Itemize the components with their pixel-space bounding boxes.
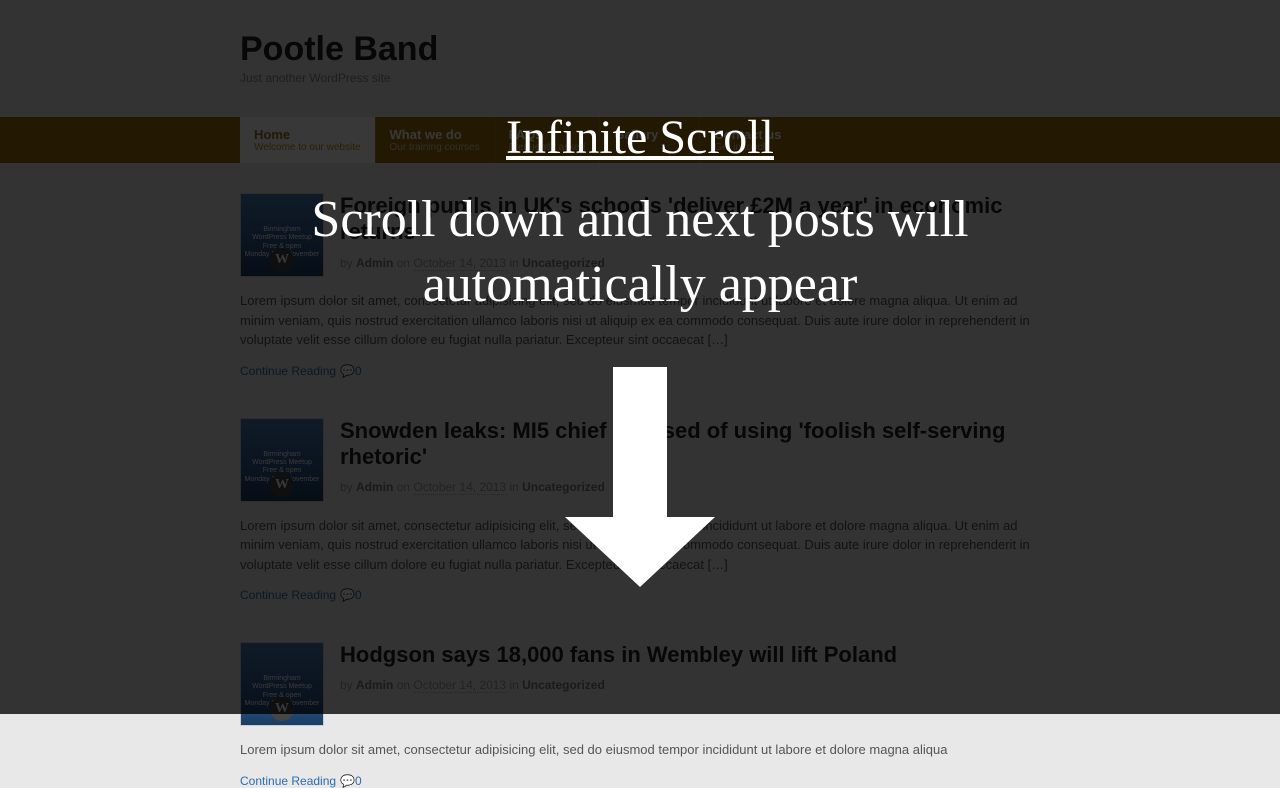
overlay-title: Infinite Scroll xyxy=(506,110,774,165)
overlay-description: Scroll down and next posts will automati… xyxy=(200,187,1080,317)
arrow-down-icon xyxy=(565,367,715,587)
comment-icon[interactable]: 💬 xyxy=(340,774,355,788)
comment-count[interactable]: 0 xyxy=(355,774,362,788)
continue-reading-link[interactable]: Continue Reading xyxy=(240,774,336,788)
post-footer: Continue Reading 💬 0 xyxy=(240,774,1040,788)
post-excerpt: Lorem ipsum dolor sit amet, consectetur … xyxy=(240,740,1040,760)
feature-overlay: Infinite Scroll Scroll down and next pos… xyxy=(0,0,1280,714)
